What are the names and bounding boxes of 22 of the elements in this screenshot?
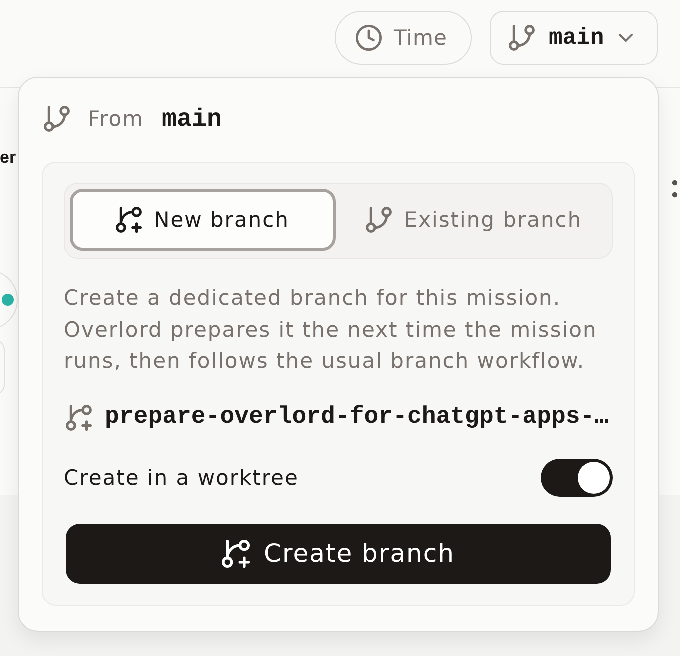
heading-text: er bbox=[0, 147, 16, 169]
time-button[interactable]: Time bbox=[335, 11, 472, 65]
clock-icon bbox=[356, 25, 382, 51]
branch-selector[interactable]: main bbox=[490, 11, 658, 65]
branch-mode-tab[interactable]: New branch bbox=[70, 189, 336, 251]
branch-icon bbox=[44, 106, 70, 132]
from-label: From bbox=[88, 107, 144, 131]
new-branch-name: prepare-overlord-for-chatgpt-apps-… bbox=[105, 404, 610, 431]
create-branch-button[interactable]: Create branch bbox=[66, 524, 611, 584]
chevron-down-icon bbox=[618, 34, 634, 42]
branch-plus-icon bbox=[116, 207, 142, 233]
branch-icon bbox=[366, 207, 392, 233]
worktree-switch[interactable] bbox=[541, 458, 613, 496]
source-branch-name: main bbox=[162, 104, 222, 134]
branch-plus-icon bbox=[66, 404, 92, 430]
worktree-label: Create in a worktree bbox=[64, 466, 299, 490]
dots-icon bbox=[672, 180, 678, 198]
branch-plus-icon bbox=[222, 540, 250, 568]
description-text: Create a dedicated branch for this mission. Overlord prepares it the next time the mission runs, then follows the usual branch workflow. bbox=[64, 285, 598, 375]
branch-icon bbox=[509, 25, 535, 51]
branch-mode-tab[interactable]: Existing branch bbox=[342, 189, 607, 251]
status-dot-icon bbox=[2, 294, 14, 306]
